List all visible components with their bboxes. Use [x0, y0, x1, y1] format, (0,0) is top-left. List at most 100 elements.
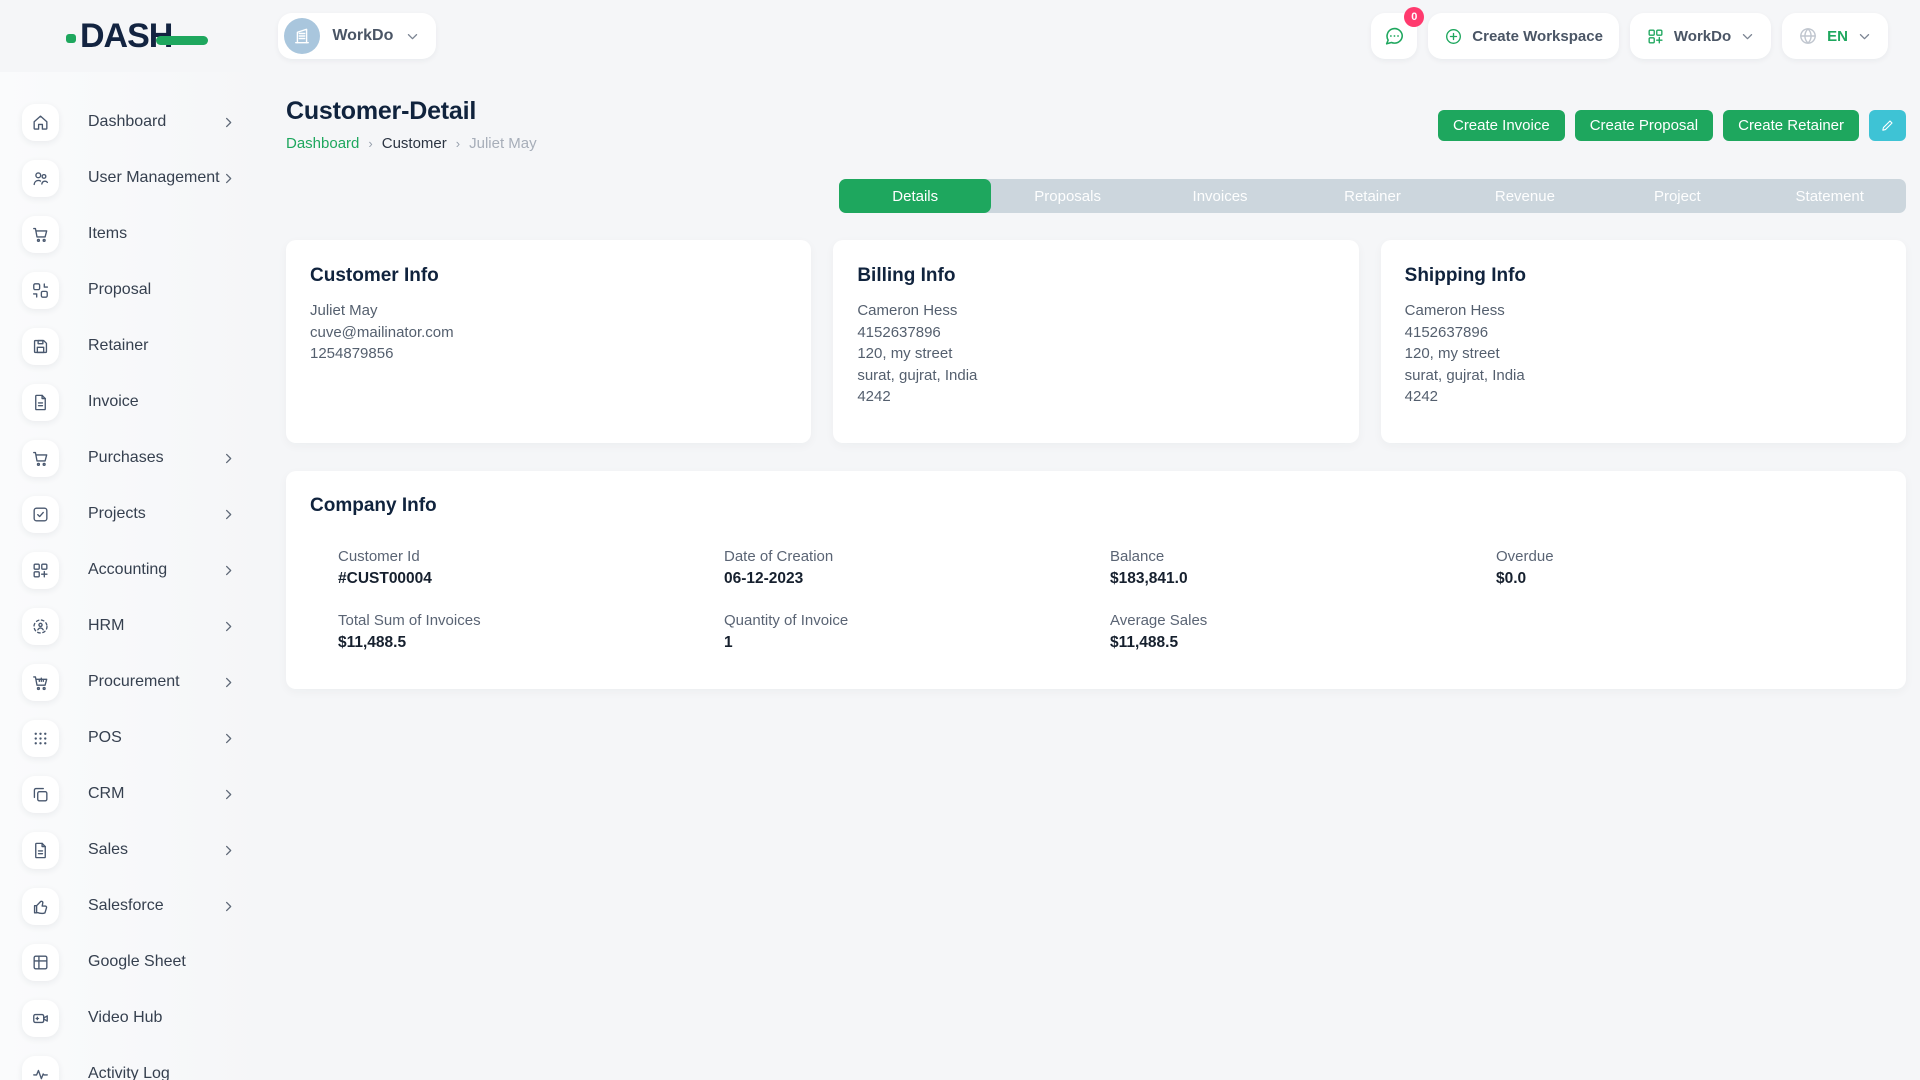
sidebar-item-accounting[interactable]: Accounting [0, 542, 264, 598]
workspace-name: WorkDo [332, 27, 393, 45]
workdo-menu-button[interactable]: WorkDo [1630, 13, 1771, 59]
chevron-right-icon [221, 451, 236, 466]
tab-statement[interactable]: Statement [1754, 179, 1906, 213]
sidebar-item-crm[interactable]: CRM [0, 766, 264, 822]
info-line: Juliet May [310, 300, 787, 322]
sidebar-item-user-management[interactable]: User Management [0, 150, 264, 206]
copy-icon [22, 776, 59, 813]
sidebar-item-hrm[interactable]: HRM [0, 598, 264, 654]
shipping-info-card: Shipping Info Cameron Hess4152637896120,… [1381, 240, 1906, 443]
company-field-quantity-of-invoice: Quantity of Invoice 1 [724, 612, 1110, 652]
sidebar-item-proposal[interactable]: Proposal [0, 262, 264, 318]
sidebar-item-items[interactable]: Items [0, 206, 264, 262]
card-title: Billing Info [857, 265, 1334, 287]
sidebar-item-dashboard[interactable]: Dashboard [0, 94, 264, 150]
file-text-icon [22, 832, 59, 869]
sidebar-item-activity-log[interactable]: Activity Log [0, 1046, 264, 1080]
create-proposal-button[interactable]: Create Proposal [1575, 110, 1713, 141]
create-invoice-button[interactable]: Create Invoice [1438, 110, 1565, 141]
info-line: 4152637896 [1405, 322, 1882, 344]
card-title: Shipping Info [1405, 265, 1882, 287]
info-line: 4242 [857, 386, 1334, 408]
breadcrumb-customer[interactable]: Customer [382, 135, 447, 152]
company-field-overdue: Overdue $0.0 [1496, 548, 1882, 588]
breadcrumb-separator: › [368, 136, 372, 151]
cart-icon [22, 216, 59, 253]
company-field-customer-id: Customer Id #CUST00004 [338, 548, 724, 588]
chevron-down-icon [1857, 29, 1872, 44]
company-field-date-of-creation: Date of Creation 06-12-2023 [724, 548, 1110, 588]
card-title: Customer Info [310, 265, 787, 287]
sidebar-item-retainer[interactable]: Retainer [0, 318, 264, 374]
breadcrumb-juliet-may: Juliet May [469, 135, 537, 152]
cart-chart-icon [22, 664, 59, 701]
info-line: Cameron Hess [1405, 300, 1882, 322]
header-actions: Create Invoice Create Proposal Create Reta… [1438, 110, 1906, 141]
tab-proposals[interactable]: Proposals [991, 179, 1143, 213]
app-logo[interactable]: DASH [66, 17, 172, 56]
users-icon [22, 160, 59, 197]
sidebar-item-salesforce[interactable]: Salesforce [0, 878, 264, 934]
card-lines: Cameron Hess4152637896120, my streetsura… [857, 300, 1334, 408]
info-line: Cameron Hess [857, 300, 1334, 322]
globe-icon [1798, 26, 1818, 46]
grid-plus-icon [1646, 27, 1665, 46]
company-field-total-sum-of-invoices: Total Sum of Invoices $11,488.5 [338, 612, 724, 652]
grid-plus-icon [22, 552, 59, 589]
save-icon [22, 328, 59, 365]
home-icon [22, 104, 59, 141]
breadcrumb-dashboard[interactable]: Dashboard [286, 135, 359, 152]
messages-badge: 0 [1404, 7, 1424, 27]
tab-revenue[interactable]: Revenue [1449, 179, 1601, 213]
company-info-grid: Customer Id #CUST00004 Date of Creation … [310, 548, 1882, 652]
chevron-right-icon [221, 115, 236, 130]
sidebar-item-google-sheet[interactable]: Google Sheet [0, 934, 264, 990]
sidebar-item-procurement[interactable]: Procurement [0, 654, 264, 710]
check-square-icon [22, 496, 59, 533]
tab-details[interactable]: Details [839, 179, 991, 213]
detail-tabs: DetailsProposalsInvoicesRetainerRevenueP… [839, 179, 1906, 213]
info-cards-row: Customer Info Juliet Maycuve@mailinator.… [286, 240, 1906, 443]
page-header: Customer-Detail Dashboard›Customer›Julie… [286, 72, 1906, 152]
chevron-right-icon [221, 619, 236, 634]
chevron-down-icon [1740, 29, 1755, 44]
info-line: surat, gujrat, India [1405, 365, 1882, 387]
info-line: 4152637896 [857, 322, 1334, 344]
swap-icon [22, 272, 59, 309]
language-selector[interactable]: EN [1782, 13, 1888, 59]
billing-info-card: Billing Info Cameron Hess4152637896120, … [833, 240, 1358, 443]
sidebar-item-invoice[interactable]: Invoice [0, 374, 264, 430]
sidebar-item-projects[interactable]: Projects [0, 486, 264, 542]
scan-user-icon [22, 608, 59, 645]
sidebar-item-pos[interactable]: POS [0, 710, 264, 766]
create-workspace-button[interactable]: Create Workspace [1428, 13, 1619, 59]
card-lines: Juliet Maycuve@mailinator.com1254879856 [310, 300, 787, 365]
tab-invoices[interactable]: Invoices [1144, 179, 1296, 213]
edit-customer-button[interactable] [1869, 110, 1906, 141]
pulse-icon [22, 1056, 59, 1080]
chevron-down-icon [405, 29, 420, 44]
info-line: 1254879856 [310, 343, 787, 365]
card-lines: Cameron Hess4152637896120, my streetsura… [1405, 300, 1882, 408]
sidebar: Dashboard User Management Items Proposal… [0, 72, 264, 1080]
logo-accent-dot [66, 34, 76, 43]
create-workspace-label: Create Workspace [1472, 28, 1603, 45]
sidebar-item-purchases[interactable]: Purchases [0, 430, 264, 486]
create-retainer-button[interactable]: Create Retainer [1723, 110, 1859, 141]
thumb-icon [22, 888, 59, 925]
customer-info-card: Customer Info Juliet Maycuve@mailinator.… [286, 240, 811, 443]
card-title: Company Info [310, 495, 1882, 517]
tab-retainer[interactable]: Retainer [1296, 179, 1448, 213]
tab-project[interactable]: Project [1601, 179, 1753, 213]
cart-icon [22, 440, 59, 477]
plus-circle-icon [1444, 27, 1463, 46]
chevron-right-icon [221, 675, 236, 690]
building-icon [284, 18, 320, 54]
chevron-right-icon [221, 787, 236, 802]
chevron-right-icon [221, 843, 236, 858]
sidebar-item-sales[interactable]: Sales [0, 822, 264, 878]
sidebar-item-video-hub[interactable]: Video Hub [0, 990, 264, 1046]
messages-button[interactable]: 0 [1371, 13, 1417, 59]
chevron-right-icon [221, 731, 236, 746]
workspace-selector[interactable]: WorkDo [278, 13, 436, 59]
